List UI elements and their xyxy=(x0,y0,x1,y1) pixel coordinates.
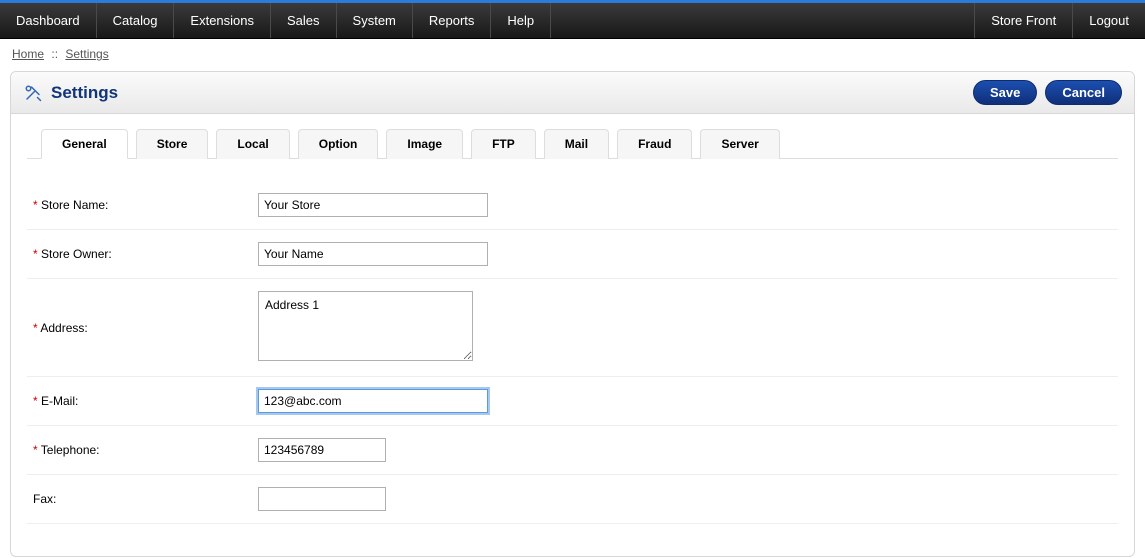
nav-dashboard[interactable]: Dashboard xyxy=(0,3,97,38)
nav-logout[interactable]: Logout xyxy=(1072,3,1145,38)
nav-sales[interactable]: Sales xyxy=(271,3,337,38)
breadcrumb-separator: :: xyxy=(47,47,62,61)
main-navbar: Dashboard Catalog Extensions Sales Syste… xyxy=(0,3,1145,39)
required-marker: * xyxy=(33,321,38,335)
email-input[interactable] xyxy=(258,389,488,413)
panel-header: Settings Save Cancel xyxy=(11,72,1134,114)
label-address: Address: xyxy=(40,321,87,335)
settings-form: * Store Name: * Store Owner: * xyxy=(27,181,1118,524)
nav-extensions[interactable]: Extensions xyxy=(174,3,271,38)
label-store-owner: Store Owner: xyxy=(41,247,112,261)
tab-server[interactable]: Server xyxy=(700,129,779,159)
address-textarea[interactable] xyxy=(258,291,473,361)
cancel-button[interactable]: Cancel xyxy=(1045,80,1122,105)
required-marker: * xyxy=(33,443,38,457)
label-telephone: Telephone: xyxy=(41,443,100,457)
settings-panel: Settings Save Cancel General Store Local… xyxy=(10,71,1135,557)
nav-help[interactable]: Help xyxy=(491,3,551,38)
required-marker: * xyxy=(33,247,38,261)
breadcrumb-settings[interactable]: Settings xyxy=(65,47,108,61)
tab-option[interactable]: Option xyxy=(298,129,379,159)
breadcrumb-home[interactable]: Home xyxy=(12,47,44,61)
tab-mail[interactable]: Mail xyxy=(544,129,609,159)
save-button[interactable]: Save xyxy=(973,80,1037,105)
tab-general[interactable]: General xyxy=(41,129,128,159)
settings-icon xyxy=(23,83,43,103)
tab-fraud[interactable]: Fraud xyxy=(617,129,692,159)
tab-local[interactable]: Local xyxy=(216,129,289,159)
tab-store[interactable]: Store xyxy=(136,129,209,159)
telephone-input[interactable] xyxy=(258,438,386,462)
tab-ftp[interactable]: FTP xyxy=(471,129,536,159)
fax-input[interactable] xyxy=(258,487,386,511)
tab-image[interactable]: Image xyxy=(386,129,463,159)
store-owner-input[interactable] xyxy=(258,242,488,266)
nav-system[interactable]: System xyxy=(337,3,413,38)
tabs: General Store Local Option Image FTP Mai… xyxy=(27,128,1118,159)
label-email: E-Mail: xyxy=(41,394,78,408)
nav-catalog[interactable]: Catalog xyxy=(97,3,175,38)
nav-store-front[interactable]: Store Front xyxy=(974,3,1072,38)
label-store-name: Store Name: xyxy=(41,198,108,212)
required-marker: * xyxy=(33,198,38,212)
nav-reports[interactable]: Reports xyxy=(413,3,492,38)
store-name-input[interactable] xyxy=(258,193,488,217)
required-marker: * xyxy=(33,394,38,408)
breadcrumb: Home :: Settings xyxy=(0,39,1145,71)
label-fax: Fax: xyxy=(33,492,56,506)
page-title: Settings xyxy=(51,83,118,103)
